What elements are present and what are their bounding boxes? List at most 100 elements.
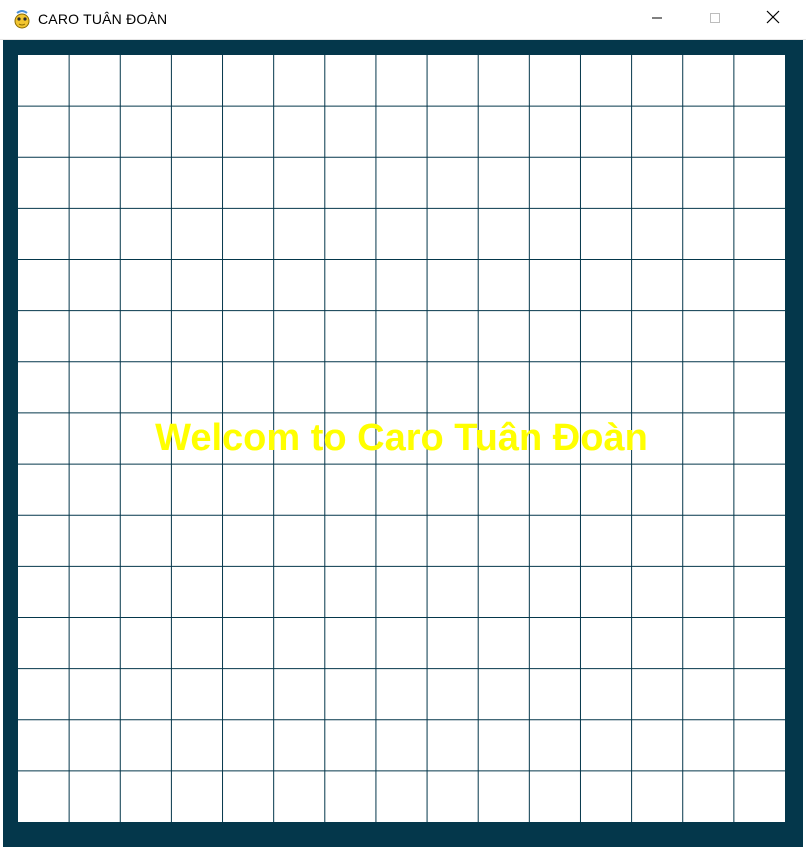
- board-cell[interactable]: [120, 361, 172, 413]
- board-cell[interactable]: [375, 566, 428, 618]
- board-cell[interactable]: [631, 55, 683, 107]
- board-cell[interactable]: [375, 464, 428, 516]
- board-cell[interactable]: [733, 515, 785, 567]
- board-cell[interactable]: [375, 208, 428, 260]
- board-cell[interactable]: [171, 106, 223, 158]
- board-cell[interactable]: [427, 361, 479, 413]
- board-cell[interactable]: [733, 770, 785, 822]
- caro-board[interactable]: [18, 55, 785, 822]
- board-cell[interactable]: [18, 412, 70, 465]
- board-cell[interactable]: [682, 412, 734, 465]
- board-cell[interactable]: [120, 770, 172, 822]
- board-cell[interactable]: [427, 617, 479, 669]
- board-cell[interactable]: [427, 259, 479, 311]
- board-cell[interactable]: [273, 668, 325, 720]
- board-cell[interactable]: [529, 719, 581, 771]
- board-cell[interactable]: [18, 157, 70, 209]
- board-cell[interactable]: [580, 106, 632, 158]
- board-cell[interactable]: [427, 668, 479, 720]
- board-cell[interactable]: [478, 208, 530, 260]
- board-cell[interactable]: [375, 515, 428, 567]
- board-cell[interactable]: [273, 464, 325, 516]
- board-cell[interactable]: [222, 361, 274, 413]
- board-cell[interactable]: [478, 310, 530, 362]
- board-cell[interactable]: [733, 668, 785, 720]
- board-cell[interactable]: [529, 668, 581, 720]
- board-cell[interactable]: [273, 361, 325, 413]
- board-cell[interactable]: [120, 208, 172, 260]
- board-cell[interactable]: [580, 515, 632, 567]
- board-cell[interactable]: [222, 464, 274, 516]
- board-cell[interactable]: [222, 770, 274, 822]
- board-cell[interactable]: [273, 412, 325, 465]
- board-cell[interactable]: [631, 310, 683, 362]
- board-cell[interactable]: [427, 157, 479, 209]
- board-cell[interactable]: [682, 208, 734, 260]
- board-cell[interactable]: [273, 106, 325, 158]
- board-cell[interactable]: [529, 55, 581, 107]
- board-cell[interactable]: [18, 259, 70, 311]
- board-cell[interactable]: [733, 259, 785, 311]
- board-cell[interactable]: [580, 668, 632, 720]
- board-cell[interactable]: [375, 259, 428, 311]
- board-cell[interactable]: [478, 617, 530, 669]
- board-cell[interactable]: [171, 617, 223, 669]
- board-cell[interactable]: [529, 310, 581, 362]
- board-cell[interactable]: [324, 55, 376, 107]
- close-button[interactable]: [744, 0, 802, 39]
- board-cell[interactable]: [529, 566, 581, 618]
- board-cell[interactable]: [427, 719, 479, 771]
- board-cell[interactable]: [273, 310, 325, 362]
- board-cell[interactable]: [69, 310, 121, 362]
- board-cell[interactable]: [273, 566, 325, 618]
- board-cell[interactable]: [324, 106, 376, 158]
- board-cell[interactable]: [375, 668, 428, 720]
- board-cell[interactable]: [529, 259, 581, 311]
- board-cell[interactable]: [478, 157, 530, 209]
- board-cell[interactable]: [580, 310, 632, 362]
- board-cell[interactable]: [529, 157, 581, 209]
- board-cell[interactable]: [427, 310, 479, 362]
- board-cell[interactable]: [222, 719, 274, 771]
- board-cell[interactable]: [478, 770, 530, 822]
- board-cell[interactable]: [18, 55, 70, 107]
- board-cell[interactable]: [222, 412, 274, 465]
- board-cell[interactable]: [529, 361, 581, 413]
- board-cell[interactable]: [631, 770, 683, 822]
- board-cell[interactable]: [478, 566, 530, 618]
- board-cell[interactable]: [171, 464, 223, 516]
- board-cell[interactable]: [478, 361, 530, 413]
- board-cell[interactable]: [733, 208, 785, 260]
- board-cell[interactable]: [273, 515, 325, 567]
- board-cell[interactable]: [69, 157, 121, 209]
- board-cell[interactable]: [478, 515, 530, 567]
- board-cell[interactable]: [273, 208, 325, 260]
- board-cell[interactable]: [222, 157, 274, 209]
- board-cell[interactable]: [631, 617, 683, 669]
- board-cell[interactable]: [324, 310, 376, 362]
- board-cell[interactable]: [427, 515, 479, 567]
- board-cell[interactable]: [324, 157, 376, 209]
- board-cell[interactable]: [580, 566, 632, 618]
- board-cell[interactable]: [222, 310, 274, 362]
- board-cell[interactable]: [69, 719, 121, 771]
- board-cell[interactable]: [69, 361, 121, 413]
- board-cell[interactable]: [324, 412, 376, 465]
- board-cell[interactable]: [682, 770, 734, 822]
- board-cell[interactable]: [682, 566, 734, 618]
- board-cell[interactable]: [273, 770, 325, 822]
- board-cell[interactable]: [120, 719, 172, 771]
- board-cell[interactable]: [682, 310, 734, 362]
- board-cell[interactable]: [529, 208, 581, 260]
- board-cell[interactable]: [733, 464, 785, 516]
- board-cell[interactable]: [733, 310, 785, 362]
- board-cell[interactable]: [18, 106, 70, 158]
- board-cell[interactable]: [375, 770, 428, 822]
- board-cell[interactable]: [631, 259, 683, 311]
- board-cell[interactable]: [478, 412, 530, 465]
- board-cell[interactable]: [580, 55, 632, 107]
- board-cell[interactable]: [120, 106, 172, 158]
- board-cell[interactable]: [171, 310, 223, 362]
- board-cell[interactable]: [375, 719, 428, 771]
- board-cell[interactable]: [273, 55, 325, 107]
